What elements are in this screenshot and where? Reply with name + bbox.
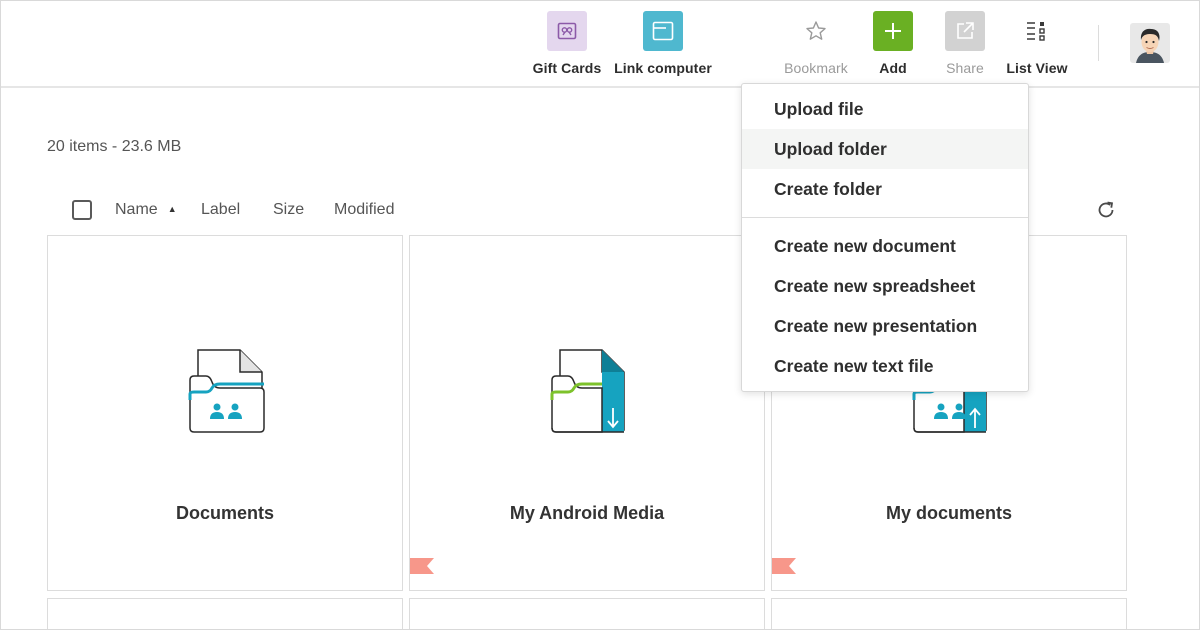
column-name[interactable]: Name ▲ xyxy=(115,201,177,219)
folder-name: My documents xyxy=(885,503,1013,523)
menu-item-upload-folder[interactable]: Upload folder xyxy=(742,129,1028,169)
user-avatar-icon[interactable] xyxy=(1130,23,1170,63)
list-view-icon xyxy=(1017,11,1057,51)
gift-cards-button[interactable]: Gift Cards xyxy=(522,11,612,76)
window-icon xyxy=(643,11,683,51)
link-computer-label: Link computer xyxy=(614,60,712,76)
menu-item-create-new-spreadsheet[interactable]: Create new spreadsheet xyxy=(742,266,1028,306)
gift-card-icon xyxy=(547,11,587,51)
external-link-icon xyxy=(945,11,985,51)
top-toolbar: Gift Cards Link computer Bookmark Add Sh… xyxy=(1,1,1199,88)
menu-item-upload-file[interactable]: Upload file xyxy=(742,89,1028,129)
column-label[interactable]: Label xyxy=(201,201,240,219)
menu-item-create-new-text-file[interactable]: Create new text file xyxy=(742,346,1028,386)
refresh-icon[interactable] xyxy=(1095,199,1117,221)
folder-card-partial[interactable] xyxy=(47,598,403,629)
bookmark-label: Bookmark xyxy=(784,60,848,76)
sort-ascending-icon: ▲ xyxy=(167,204,177,214)
menu-item-create-folder[interactable]: Create folder xyxy=(742,169,1028,209)
gift-cards-label: Gift Cards xyxy=(532,60,602,76)
toolbar-divider xyxy=(1098,25,1099,61)
menu-item-create-new-document[interactable]: Create new document xyxy=(742,226,1028,266)
file-manager-window: Gift Cards Link computer Bookmark Add Sh… xyxy=(0,0,1200,630)
folder-name: My Android Media xyxy=(509,503,665,523)
add-dropdown-menu: Upload file Upload folder Create folder … xyxy=(741,83,1029,392)
flag-icon xyxy=(772,558,796,574)
folder-card-partial[interactable] xyxy=(409,598,765,629)
column-modified[interactable]: Modified xyxy=(334,201,394,219)
list-view-label: List View xyxy=(1006,60,1068,76)
menu-divider xyxy=(742,217,1028,218)
plus-icon xyxy=(873,11,913,51)
folder-name: Documents xyxy=(175,503,274,523)
list-view-button[interactable]: List View xyxy=(992,11,1082,76)
download-folder-icon xyxy=(550,349,625,433)
shared-folder-icon xyxy=(188,349,265,433)
star-icon xyxy=(796,11,836,51)
add-label: Add xyxy=(879,60,907,76)
flag-icon xyxy=(410,558,434,574)
link-computer-button[interactable]: Link computer xyxy=(614,11,712,76)
folder-card-my-android-media[interactable]: My Android Media xyxy=(409,235,765,591)
column-size[interactable]: Size xyxy=(273,201,304,219)
items-summary: 20 items - 23.6 MB xyxy=(47,138,182,155)
folder-card-documents[interactable]: Documents xyxy=(47,235,403,591)
share-label: Share xyxy=(946,60,984,76)
select-all-checkbox[interactable] xyxy=(72,200,92,220)
menu-item-create-new-presentation[interactable]: Create new presentation xyxy=(742,306,1028,346)
folder-card-partial[interactable] xyxy=(771,598,1127,629)
column-name-label: Name xyxy=(115,201,158,218)
